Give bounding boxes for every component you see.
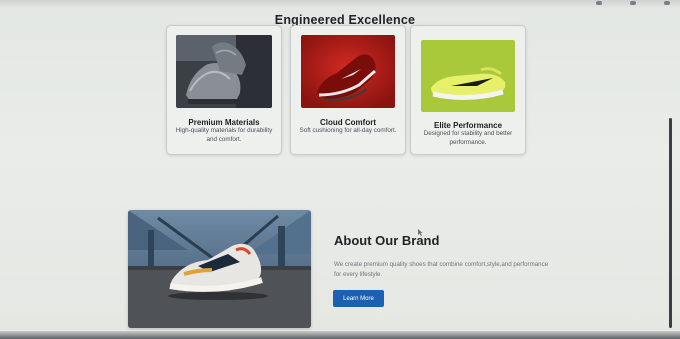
feature-title: Cloud Comfort [320,118,376,127]
mouse-cursor-icon [418,229,423,236]
lime-training-shoe-photo [421,40,515,112]
feature-card-elite-performance[interactable]: Elite Performance Designed for stability… [410,25,526,155]
learn-more-button[interactable]: Learn More [333,290,384,307]
about-description: We create premium quality shoes that com… [334,261,549,278]
feature-description: Soft cushioning for all-day comfort. [299,127,397,134]
toolbar-icon[interactable] [630,1,636,5]
feature-card-cloud-comfort[interactable]: Cloud Comfort Soft cushioning for all-da… [290,25,406,155]
grey-knit-sneakers-photo [176,35,272,108]
red-running-shoe-photo [301,35,395,108]
browser-top-edge [0,0,680,8]
feature-title: Premium Materials [188,118,260,127]
feature-card-premium-materials[interactable]: Premium Materials High-quality materials… [166,25,282,155]
sneaker-street-photo [128,210,311,328]
toolbar-icon[interactable] [596,1,602,5]
feature-description: High-quality materials for durability an… [175,127,273,143]
feature-title: Elite Performance [433,121,503,130]
feature-description: Designed for stability and better perfor… [423,130,513,146]
page-scrollbar[interactable] [669,118,672,328]
toolbar-icon[interactable] [664,1,670,5]
web-page: Engineered Excellence Premium Materials … [0,0,680,339]
monitor-bezel [0,331,680,339]
about-title: About Our Brand [334,233,440,248]
